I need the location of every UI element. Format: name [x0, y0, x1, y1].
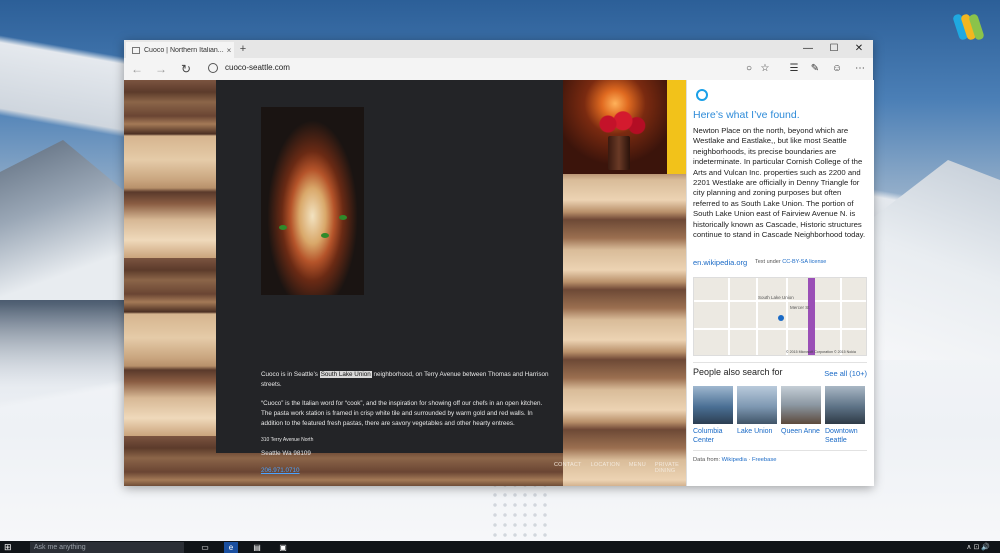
divider — [693, 362, 867, 363]
related-card-lake-union[interactable]: Lake Union — [737, 386, 777, 436]
file-explorer-icon[interactable]: ▤ — [250, 542, 264, 553]
globe-icon — [208, 63, 218, 73]
snow-footprints — [490, 480, 550, 540]
tab-title: Cuoco | Northern Italian... — [144, 46, 224, 54]
taskbar-search-box[interactable]: Ask me anything — [30, 542, 184, 553]
related-card-downtown-seattle[interactable]: Downtown Seattle — [825, 386, 865, 445]
edge-app-icon[interactable]: e — [224, 542, 238, 553]
page-favicon-icon — [132, 46, 140, 54]
cortana-pane: Here’s what I’ve found. Newton Place on … — [686, 80, 874, 486]
people-also-search-heading: People also search for — [693, 367, 783, 377]
search-placeholder: Ask me anything — [33, 544, 86, 551]
edge-browser-window: Cuoco | Northern Italian... × + — ☐ ✕ ← … — [124, 40, 874, 486]
close-window-button[interactable]: ✕ — [847, 41, 871, 57]
map-label-mercer: Mercer St — [790, 305, 810, 310]
new-tab-button[interactable]: + — [236, 42, 250, 56]
website-content: Cuoco is in Seattle’s South Lake Union n… — [124, 80, 686, 486]
taskbar: ⊞ Ask me anything ▭ e ▤ ▣ ∧ ⊡ 🔊 — [0, 541, 1000, 553]
footer-link-menu[interactable]: MENU — [629, 462, 646, 474]
browser-tab[interactable]: Cuoco | Northern Italian... × — [126, 42, 234, 58]
store-app-icon[interactable]: ▣ — [276, 542, 290, 553]
brand-logo-icon — [952, 12, 986, 42]
related-thumb — [693, 386, 733, 424]
address-bar[interactable]: cuoco-seattle.com — [225, 63, 290, 72]
see-all-link[interactable]: See all (10+) — [824, 369, 867, 378]
task-view-icon[interactable]: ▭ — [198, 542, 212, 553]
forward-button[interactable]: → — [152, 61, 170, 77]
minimize-button[interactable]: — — [796, 41, 820, 57]
yellow-accent-strip — [667, 80, 686, 174]
license-link[interactable]: CC-BY-SA license — [782, 259, 826, 265]
footer-link-private-dining[interactable]: PRIVATE DINING — [655, 462, 686, 474]
divider — [693, 450, 867, 451]
map-copyright: © 2015 Microsoft Corporation © 2015 Noki… — [786, 350, 856, 354]
lasagna-photo — [261, 107, 364, 295]
related-card-columbia-center[interactable]: Columbia Center — [693, 386, 733, 445]
reading-list-icon[interactable]: ☰ — [786, 61, 802, 77]
source-link[interactable]: en.wikipedia.org — [693, 258, 747, 267]
related-card-queen-anne[interactable]: Queen Anne — [781, 386, 821, 436]
license-text: Text under CC-BY-SA license — [755, 259, 827, 265]
intro-paragraph: Cuoco is in Seattle’s South Lake Union n… — [261, 371, 549, 388]
maximize-button[interactable]: ☐ — [822, 41, 846, 57]
related-thumb — [737, 386, 777, 424]
street-address: 310 Terry Avenue North — [261, 437, 314, 443]
footer-link-contact[interactable]: CONTACT — [554, 462, 582, 474]
restaurant-info-card: Cuoco is in Seattle’s South Lake Union n… — [216, 80, 563, 474]
web-note-icon[interactable]: ✎ — [807, 61, 823, 77]
favorite-star-icon[interactable]: ☆ — [757, 61, 773, 77]
highlighted-text[interactable]: South Lake Union — [319, 371, 372, 378]
more-icon[interactable]: ⋯ — [852, 61, 868, 77]
description-paragraph: “Cuoco” is the Italian word for “cook”, … — [261, 400, 543, 427]
phone-link[interactable]: 206.971.0710 — [261, 467, 300, 474]
cortana-heading: Here’s what I’ve found. — [693, 109, 800, 121]
freebase-link[interactable]: Freebase — [752, 457, 777, 463]
vase — [608, 136, 630, 170]
title-bar: Cuoco | Northern Italian... × + — ☐ ✕ — [124, 40, 873, 58]
system-tray[interactable]: ∧ ⊡ 🔊 — [966, 542, 990, 553]
cortana-summary: Newton Place on the north, beyond which … — [693, 126, 866, 240]
wikipedia-link[interactable]: Wikipedia — [722, 457, 747, 463]
navigation-bar: ← → ↻ cuoco-seattle.com ○ ☆ ☰ ✎ ☺ ⋯ — [124, 58, 873, 81]
footer-nav: CONTACT LOCATION MENU PRIVATE DINING — [554, 462, 686, 474]
city-address: Seattle Wa 98109 — [261, 450, 311, 457]
related-thumb — [825, 386, 865, 424]
neighborhood-map[interactable]: South Lake Union Mercer St © 2015 Micros… — [693, 277, 867, 356]
back-button[interactable]: ← — [128, 61, 146, 77]
refresh-button[interactable]: ↻ — [177, 61, 195, 77]
map-label-south-lake-union: South Lake Union — [758, 295, 794, 300]
footer-link-location[interactable]: LOCATION — [591, 462, 620, 474]
data-sources: Data from: Wikipedia · Freebase — [693, 457, 777, 463]
tab-close-icon[interactable]: × — [224, 46, 234, 55]
cortana-circle-icon[interactable]: ○ — [741, 61, 757, 77]
cortana-icon — [696, 89, 708, 101]
windows-start-icon[interactable]: ⊞ — [4, 542, 16, 552]
feedback-smiley-icon[interactable]: ☺ — [829, 61, 845, 77]
related-thumb — [781, 386, 821, 424]
